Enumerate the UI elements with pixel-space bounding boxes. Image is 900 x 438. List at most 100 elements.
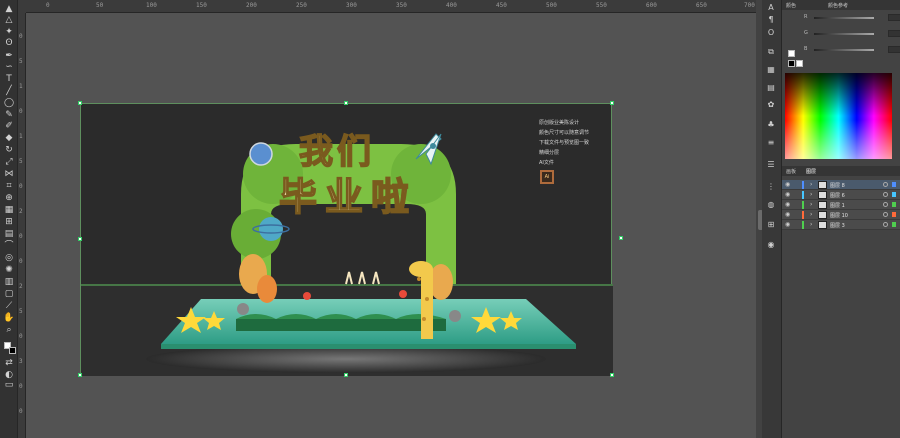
slider-b[interactable]: B	[804, 46, 900, 54]
layers-panel-icon[interactable]: ◉	[766, 240, 776, 250]
eyedropper-tool-icon[interactable]: ⌒	[2, 241, 16, 251]
pen-tool-icon[interactable]: ✒	[2, 51, 16, 61]
perspective-tool-icon[interactable]: ▦	[2, 205, 16, 215]
none-color-swatch[interactable]	[788, 60, 795, 67]
blend-tool-icon[interactable]: ◎	[2, 253, 16, 263]
layer-name[interactable]: 图层 10	[830, 212, 848, 219]
stroke-panel-icon[interactable]: ≡	[766, 138, 776, 148]
column-graph-tool-icon[interactable]: ▥	[2, 277, 16, 287]
selection-handle[interactable]	[344, 101, 348, 105]
slice-tool-icon[interactable]: ⟋	[2, 301, 16, 311]
slider-r[interactable]: R	[804, 14, 900, 22]
slider-track[interactable]	[814, 17, 874, 19]
gradient-panel-icon[interactable]: ☰	[766, 160, 776, 170]
selection-handle[interactable]	[619, 236, 623, 240]
scale-tool-icon[interactable]: ⤢	[2, 157, 16, 167]
symbols-panel-icon[interactable]: ♣	[766, 120, 776, 130]
visibility-eye-icon[interactable]: ◉	[785, 201, 793, 208]
layer-name[interactable]: 图层 8	[830, 182, 845, 189]
width-tool-icon[interactable]: ⋈	[2, 169, 16, 179]
color-panel-icon[interactable]: ▦	[766, 65, 776, 75]
magic-wand-tool-icon[interactable]: ✦	[2, 27, 16, 37]
transform-panel-icon[interactable]: ⧉	[766, 47, 776, 57]
target-icon[interactable]	[883, 202, 888, 207]
artboard[interactable]: 我们 毕业啦 原创版业美陈设计 颜色尺寸可以随意调节 下载文件与预览图一致 精细…	[80, 103, 613, 376]
expand-arrow-icon[interactable]: ›	[810, 181, 812, 188]
visibility-eye-icon[interactable]: ◉	[785, 191, 793, 198]
direct-selection-tool-icon[interactable]: △	[2, 15, 16, 25]
title-line-2[interactable]: 毕业啦	[278, 166, 417, 221]
rectangle-tool-icon[interactable]: ◯	[2, 98, 16, 108]
slider-value-input[interactable]	[888, 30, 900, 37]
mesh-tool-icon[interactable]: ⊞	[2, 217, 16, 227]
layer-name[interactable]: 图层 6	[830, 192, 845, 199]
selection-handle[interactable]	[78, 237, 82, 241]
free-transform-tool-icon[interactable]: ⌗	[2, 181, 16, 191]
selection-handle[interactable]	[344, 373, 348, 377]
target-icon[interactable]	[883, 222, 888, 227]
lasso-tool-icon[interactable]: ʘ	[2, 38, 16, 48]
layer-row[interactable]: ◉ › 图层 3	[782, 220, 900, 230]
selection-tool-icon[interactable]: ▲	[2, 4, 16, 14]
appearance-panel-icon[interactable]: ◍	[766, 200, 776, 210]
layer-name[interactable]: 图层 1	[830, 202, 845, 209]
slider-track[interactable]	[814, 49, 874, 51]
paintbrush-tool-icon[interactable]: ✎	[2, 110, 16, 120]
align-panel-icon[interactable]: ⋮	[766, 182, 776, 192]
swap-colors-icon[interactable]: ⇄	[2, 358, 16, 368]
white-color-swatch[interactable]	[796, 60, 803, 67]
selection-handle[interactable]	[78, 373, 82, 377]
slider-value-input[interactable]	[888, 14, 900, 21]
artboard-tool-icon[interactable]: ▢	[2, 289, 16, 299]
visibility-eye-icon[interactable]: ◉	[785, 181, 793, 188]
rotate-tool-icon[interactable]: ↻	[2, 145, 16, 155]
canvas-workspace[interactable]: 我们 毕业啦 原创版业美陈设计 颜色尺寸可以随意调节 下载文件与预览图一致 精细…	[26, 14, 756, 438]
expand-arrow-icon[interactable]: ›	[810, 221, 812, 228]
ruler-origin[interactable]	[18, 0, 26, 13]
layer-row[interactable]: ◉ › 图层 8	[782, 180, 900, 190]
selection-handle[interactable]	[610, 373, 614, 377]
layer-name[interactable]: 图层 3	[830, 222, 845, 229]
fill-color-swatch[interactable]	[788, 50, 795, 57]
target-icon[interactable]	[883, 212, 888, 217]
eraser-tool-icon[interactable]: ◆	[2, 133, 16, 143]
drawing-mode-icon[interactable]: ◐	[2, 370, 16, 380]
pathfinder-panel-icon[interactable]: ⊞	[766, 220, 776, 230]
layer-row[interactable]: ◉ › 图层 10	[782, 210, 900, 220]
slider-g[interactable]: G	[804, 30, 900, 38]
curvature-tool-icon[interactable]: ∽	[2, 62, 16, 72]
hand-tool-icon[interactable]: ✋	[2, 313, 16, 323]
zoom-tool-icon[interactable]: ⌕	[2, 325, 16, 335]
expand-arrow-icon[interactable]: ›	[810, 211, 812, 218]
slider-value-input[interactable]	[888, 46, 900, 53]
symbol-sprayer-tool-icon[interactable]: ✺	[2, 265, 16, 275]
target-icon[interactable]	[883, 182, 888, 187]
color-spectrum[interactable]	[785, 73, 892, 159]
stroke-swatch[interactable]	[9, 347, 16, 354]
layer-row[interactable]: ◉ › 图层 1	[782, 200, 900, 210]
shape-builder-tool-icon[interactable]: ⊕	[2, 193, 16, 203]
shaper-tool-icon[interactable]: ✐	[2, 121, 16, 131]
swatches-panel-icon[interactable]: ▤	[766, 83, 776, 93]
type-tool-icon[interactable]: T	[2, 74, 16, 84]
tab-artboards[interactable]: 画板	[786, 168, 796, 175]
line-tool-icon[interactable]: ╱	[2, 86, 16, 96]
tab-layers[interactable]: 图层	[806, 168, 816, 175]
target-icon[interactable]	[883, 192, 888, 197]
gradient-tool-icon[interactable]: ▤	[2, 229, 16, 239]
selection-handle[interactable]	[78, 101, 82, 105]
expand-arrow-icon[interactable]: ›	[810, 201, 812, 208]
screen-mode-icon[interactable]: ▭	[2, 380, 16, 390]
tab-color[interactable]: 颜色	[786, 2, 796, 9]
slider-track[interactable]	[814, 33, 874, 35]
layer-row[interactable]: ◉ › 图层 6	[782, 190, 900, 200]
paragraph-panel-icon[interactable]: ¶	[766, 15, 776, 25]
visibility-eye-icon[interactable]: ◉	[785, 221, 793, 228]
visibility-eye-icon[interactable]: ◉	[785, 211, 793, 218]
character-panel-icon[interactable]: A	[766, 3, 776, 13]
opentype-panel-icon[interactable]: O	[766, 28, 776, 38]
brushes-panel-icon[interactable]: ✿	[766, 100, 776, 110]
tab-color-guide[interactable]: 颜色参考	[828, 2, 848, 9]
selection-handle[interactable]	[610, 101, 614, 105]
expand-arrow-icon[interactable]: ›	[810, 191, 812, 198]
